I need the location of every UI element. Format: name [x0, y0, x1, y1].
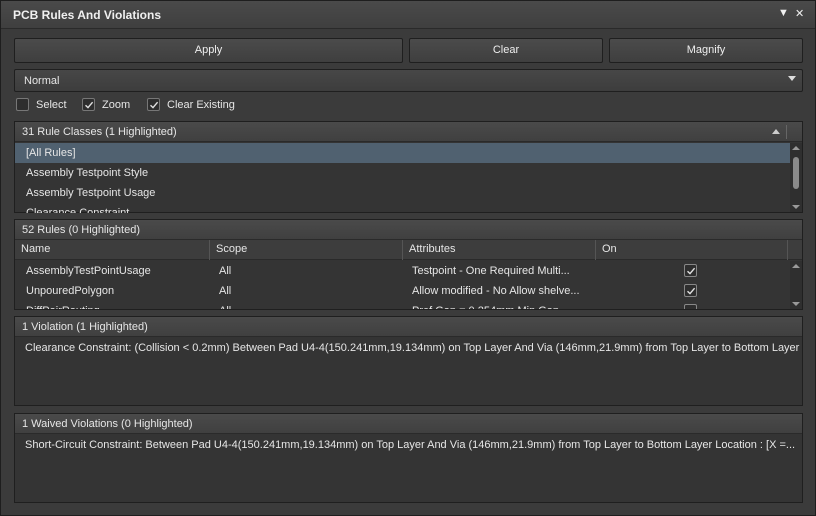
header-divider — [786, 125, 787, 139]
waived-violations-section: 1 Waived Violations (0 Highlighted) Shor… — [14, 413, 803, 503]
rule-enabled-checkbox[interactable] — [684, 304, 697, 309]
waived-violation-item[interactable]: Short-Circuit Constraint: Between Pad U4… — [25, 439, 795, 451]
rule-attributes: Pref Gap = 0.254mm Min Gap... — [412, 301, 587, 309]
table-row[interactable]: UnpouredPolygon All Allow modified - No … — [15, 281, 790, 301]
rule-attributes: Testpoint - One Required Multi... — [412, 265, 570, 277]
pin-icon[interactable]: ▼ — [778, 7, 789, 19]
panel-titlebar: PCB Rules And Violations ▼ ✕ — [1, 1, 815, 29]
scroll-up-icon[interactable] — [792, 264, 800, 268]
mode-dropdown[interactable]: Normal — [14, 69, 803, 92]
select-label: Select — [36, 99, 67, 111]
select-checkbox[interactable]: Select — [16, 98, 76, 114]
rules-scrollbar[interactable] — [790, 261, 802, 309]
clear-button[interactable]: Clear — [409, 38, 603, 63]
panel-title: PCB Rules And Violations — [13, 8, 162, 22]
scroll-up-icon[interactable] — [792, 146, 800, 150]
waived-violations-header: 1 Waived Violations (0 Highlighted) — [15, 414, 802, 434]
list-item[interactable]: Assembly Testpoint Usage — [15, 183, 790, 203]
rules-header: 52 Rules (0 Highlighted) — [15, 220, 802, 240]
rule-enabled-checkbox[interactable] — [684, 264, 697, 277]
rule-name: DiffPairRouting — [26, 301, 100, 309]
sort-up-icon[interactable] — [772, 129, 780, 134]
table-row[interactable]: AssemblyTestPointUsage All Testpoint - O… — [15, 261, 790, 281]
rule-classes-list[interactable]: [All Rules] Assembly Testpoint Style Ass… — [15, 143, 790, 213]
rule-scope: All — [219, 285, 232, 297]
rule-classes-section: 31 Rule Classes (1 Highlighted) [All Rul… — [14, 121, 803, 213]
rules-column-headers: Name Scope Attributes On — [15, 240, 802, 260]
rule-scope: All — [219, 265, 232, 277]
violations-title: 1 Violation (1 Highlighted) — [22, 321, 148, 333]
list-item[interactable]: Assembly Testpoint Style — [15, 163, 790, 183]
check-icon — [150, 101, 159, 109]
mode-value: Normal — [24, 75, 60, 87]
column-scope[interactable]: Scope — [209, 240, 402, 260]
magnify-button[interactable]: Magnify — [609, 38, 803, 63]
table-row[interactable]: DiffPairRouting All Pref Gap = 0.254mm M… — [15, 301, 790, 309]
rules-table-body: AssemblyTestPointUsage All Testpoint - O… — [15, 261, 790, 309]
zoom-label: Zoom — [102, 99, 131, 111]
rule-attributes: Allow modified - No Allow shelve... — [412, 285, 580, 297]
rule-name: AssemblyTestPointUsage — [26, 265, 151, 277]
select-checkbox-box[interactable] — [16, 98, 29, 111]
clear-existing-label: Clear Existing — [167, 99, 235, 111]
scroll-down-icon[interactable] — [792, 205, 800, 209]
column-attributes[interactable]: Attributes — [402, 240, 595, 260]
violations-section: 1 Violation (1 Highlighted) Clearance Co… — [14, 316, 803, 406]
check-icon — [687, 287, 696, 295]
column-spacer — [787, 240, 802, 260]
scroll-down-icon[interactable] — [792, 302, 800, 306]
rule-classes-scrollbar[interactable] — [790, 143, 802, 212]
chevron-down-icon — [788, 76, 796, 81]
list-item[interactable]: Clearance Constraint — [15, 203, 790, 213]
clear-existing-checkbox[interactable]: Clear Existing — [147, 98, 247, 114]
rule-name: UnpouredPolygon — [26, 285, 115, 297]
rule-classes-title: 31 Rule Classes (1 Highlighted) — [22, 126, 177, 138]
list-item[interactable]: [All Rules] — [15, 143, 790, 163]
rule-enabled-checkbox[interactable] — [684, 284, 697, 297]
rule-scope: All — [219, 301, 231, 309]
zoom-checkbox[interactable]: Zoom — [82, 98, 142, 114]
check-icon — [687, 267, 696, 275]
violation-item[interactable]: Clearance Constraint: (Collision < 0.2mm… — [25, 342, 799, 354]
column-on[interactable]: On — [595, 240, 787, 260]
rules-section: 52 Rules (0 Highlighted) Name Scope Attr… — [14, 219, 803, 310]
column-name[interactable]: Name — [15, 240, 209, 260]
clear-existing-checkbox-box[interactable] — [147, 98, 160, 111]
zoom-checkbox-box[interactable] — [82, 98, 95, 111]
pcb-rules-panel: PCB Rules And Violations ▼ ✕ Apply Clear… — [0, 0, 816, 516]
rules-title: 52 Rules (0 Highlighted) — [22, 224, 141, 236]
scroll-thumb[interactable] — [793, 157, 799, 189]
violations-header: 1 Violation (1 Highlighted) — [15, 317, 802, 337]
close-icon[interactable]: ✕ — [795, 7, 804, 20]
rule-classes-header: 31 Rule Classes (1 Highlighted) — [15, 122, 802, 142]
waived-violations-title: 1 Waived Violations (0 Highlighted) — [22, 418, 193, 430]
apply-button[interactable]: Apply — [14, 38, 403, 63]
check-icon — [85, 101, 94, 109]
